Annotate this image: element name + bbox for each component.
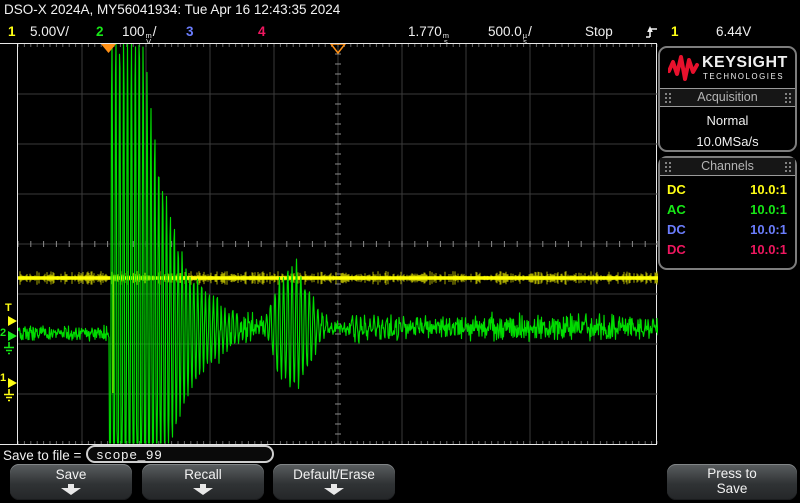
acquisition-header: Acquisition — [660, 88, 795, 107]
ch1-ground-label: 1 — [0, 373, 6, 384]
save-to-file-label: Save to file = — [3, 448, 81, 463]
keysight-spark-icon — [668, 54, 700, 82]
brand-block: KEYSIGHT TECHNOLOGIES — [660, 48, 795, 88]
down-arrow-icon — [191, 484, 215, 495]
channel-row-3[interactable]: DC10.0:1 — [660, 220, 795, 240]
acquisition-mode: Normal — [660, 113, 795, 128]
grip-dots-icon — [784, 161, 791, 172]
sample-rate: 10.0MSa/s — [660, 134, 795, 149]
filename-input[interactable]: scope_99 — [86, 445, 274, 463]
save-softkey[interactable]: Save — [10, 464, 132, 500]
ch1-ground-icon — [3, 389, 15, 407]
default-erase-softkey[interactable]: Default/Erase — [273, 464, 395, 500]
ch2-ground-marker[interactable] — [8, 331, 17, 341]
status-bar: 1 5.00V/ 2 100mV/ 3 4 1.770ms 500.0µs/ S… — [0, 21, 800, 44]
run-state[interactable]: Stop — [585, 24, 613, 39]
ch2-ground-label: 2 — [0, 328, 6, 339]
ch3-number[interactable]: 3 — [186, 24, 194, 39]
brand-sub: TECHNOLOGIES — [703, 72, 784, 81]
timebase-readout[interactable]: 500.0µs/ — [488, 24, 532, 45]
acquisition-panel: KEYSIGHT TECHNOLOGIES Acquisition Normal… — [658, 46, 797, 152]
down-arrow-icon — [59, 484, 83, 495]
down-arrow-icon — [322, 484, 346, 495]
channel-row-1[interactable]: DC10.0:1 — [660, 180, 795, 200]
channels-panel: Channels DC10.0:1 AC10.0:1 DC10.0:1 DC10… — [658, 156, 797, 270]
ch1-number[interactable]: 1 — [8, 24, 16, 39]
trigger-time-marker[interactable] — [101, 44, 116, 53]
channels-header: Channels — [660, 158, 795, 176]
ch1-ground-marker[interactable] — [8, 378, 17, 388]
grip-dots-icon — [664, 161, 671, 172]
press-to-save-softkey[interactable]: Press to Save — [667, 464, 797, 500]
delay-readout[interactable]: 1.770ms — [408, 24, 450, 45]
rising-edge-trigger-icon — [645, 25, 658, 43]
trigger-level[interactable]: 6.44V — [716, 24, 751, 39]
grip-dots-icon — [664, 92, 671, 103]
grip-dots-icon — [784, 92, 791, 103]
brand-name: KEYSIGHT — [702, 54, 788, 72]
ch2-scale[interactable]: 100mV/ — [122, 24, 157, 45]
ch2-ground-icon — [3, 342, 15, 360]
trigger-level-marker[interactable] — [8, 316, 17, 326]
trigger-source[interactable]: 1 — [671, 24, 679, 39]
recall-softkey[interactable]: Recall — [142, 464, 264, 500]
filename-value: scope_99 — [96, 448, 162, 463]
channel-row-2[interactable]: AC10.0:1 — [660, 200, 795, 220]
ch2-number[interactable]: 2 — [96, 24, 104, 39]
oscilloscope-screen: DSO-X 2024A, MY56041934: Tue Apr 16 12:4… — [0, 0, 800, 503]
channel-row-4[interactable]: DC10.0:1 — [660, 240, 795, 260]
instrument-id-bar: DSO-X 2024A, MY56041934: Tue Apr 16 12:4… — [4, 2, 340, 17]
graticule-svg — [18, 44, 658, 444]
trigger-level-label: T — [5, 303, 12, 314]
ch4-number[interactable]: 4 — [258, 24, 266, 39]
waveform-display — [17, 44, 657, 444]
ch1-scale[interactable]: 5.00V/ — [30, 24, 69, 39]
